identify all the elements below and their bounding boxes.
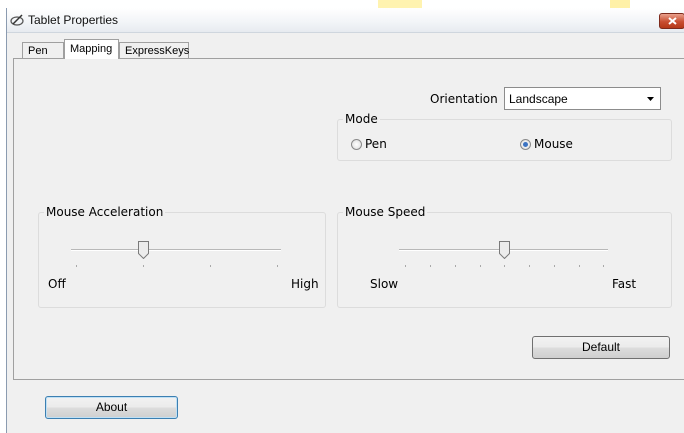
close-button[interactable] — [659, 13, 684, 29]
speed-slider-thumb[interactable] — [499, 241, 510, 259]
speed-max-label: Fast — [612, 277, 637, 291]
tab-pen[interactable]: Pen — [22, 42, 64, 58]
slider-tick — [579, 265, 580, 267]
title-bar[interactable]: Tablet Properties — [7, 8, 684, 33]
window-title: Tablet Properties — [28, 13, 119, 27]
slider-tick — [529, 265, 530, 267]
orientation-label: Orientation — [430, 92, 498, 106]
acceleration-min-label: Off — [48, 277, 66, 291]
about-button[interactable]: About — [45, 396, 178, 419]
slider-tick — [210, 265, 211, 267]
pen-tablet-icon — [10, 13, 24, 27]
mode-group — [337, 119, 672, 161]
orientation-value: Landscape — [509, 92, 568, 106]
slider-tick — [405, 265, 406, 267]
slider-tick — [143, 265, 144, 267]
slider-tick — [603, 265, 604, 267]
orientation-select[interactable]: Landscape — [504, 87, 661, 110]
mouse-acceleration-group — [38, 212, 326, 308]
slider-tick — [76, 265, 77, 267]
chevron-down-icon — [647, 97, 654, 101]
slider-tick — [277, 265, 278, 267]
mode-group-title: Mode — [343, 112, 380, 126]
mouse-acceleration-title: Mouse Acceleration — [44, 205, 166, 219]
slider-tick — [554, 265, 555, 267]
mouse-speed-title: Mouse Speed — [343, 205, 428, 219]
mode-pen-radio[interactable] — [351, 139, 362, 150]
acceleration-slider-thumb[interactable] — [138, 241, 149, 259]
mode-mouse-radio[interactable] — [520, 139, 531, 150]
mouse-speed-group — [337, 212, 672, 308]
slider-tick — [430, 265, 431, 267]
close-icon — [668, 17, 677, 25]
tab-expresskeys[interactable]: ExpressKeys — [119, 42, 189, 58]
slider-tick — [455, 265, 456, 267]
mode-mouse-label: Mouse — [534, 137, 573, 151]
acceleration-max-label: High — [291, 277, 319, 291]
default-button[interactable]: Default — [532, 336, 670, 359]
tab-mapping[interactable]: Mapping — [64, 39, 119, 59]
slider-tick — [504, 265, 505, 267]
speed-min-label: Slow — [370, 277, 399, 291]
acceleration-slider-track — [71, 249, 281, 251]
mode-pen-label: Pen — [365, 137, 387, 151]
background-strip — [0, 0, 684, 8]
slider-tick — [480, 265, 481, 267]
